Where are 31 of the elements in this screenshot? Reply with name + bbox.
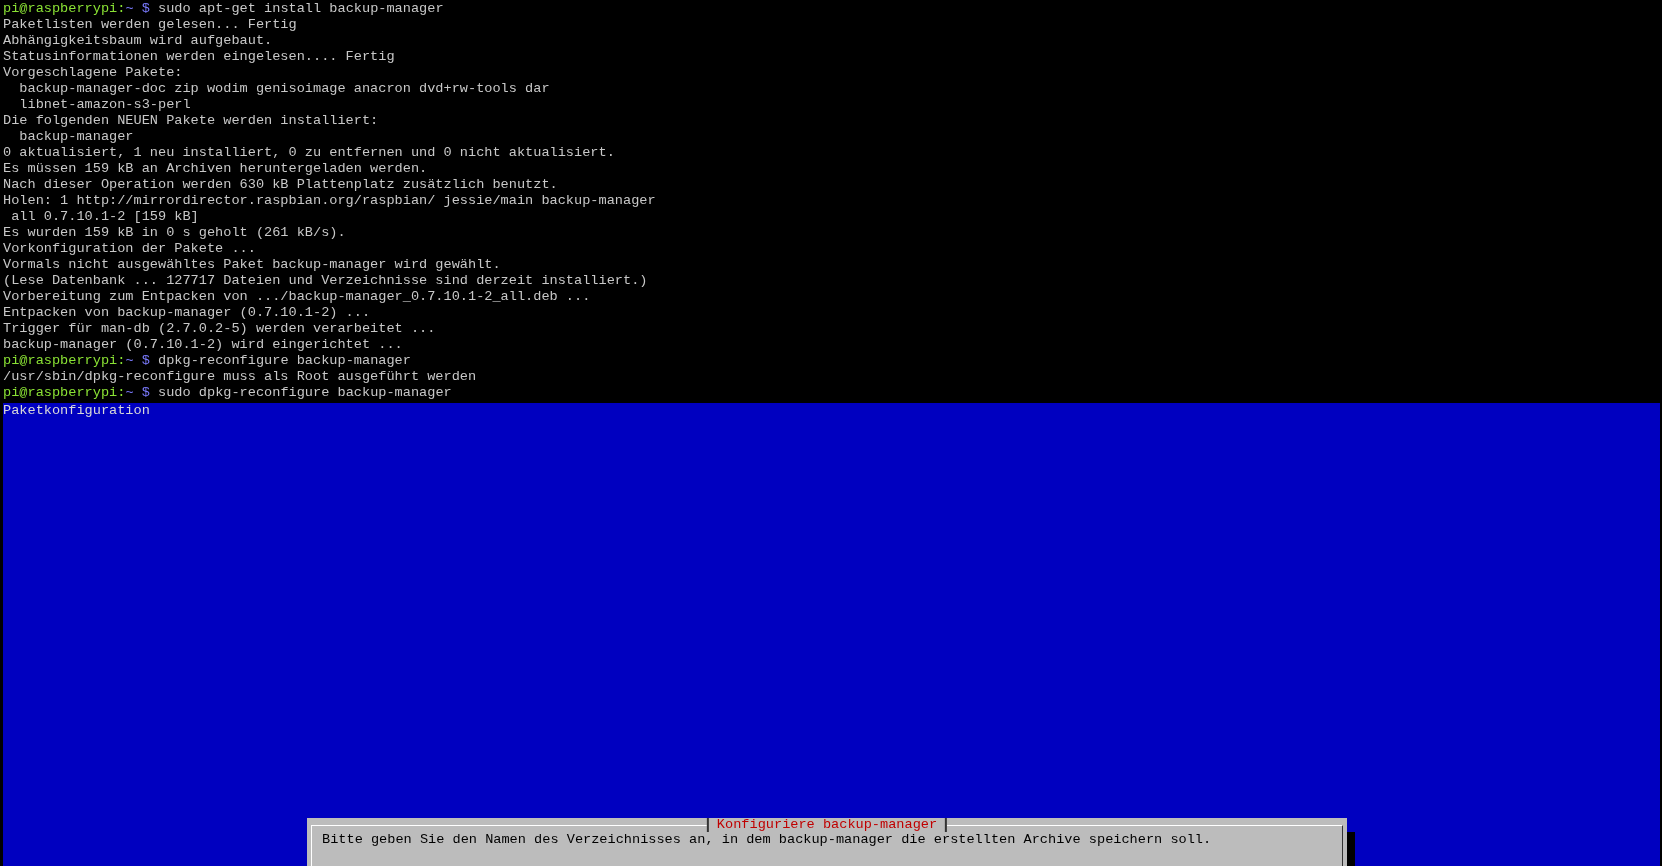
command-text: dpkg-reconfigure backup-manager bbox=[158, 353, 411, 368]
output-line: Vorgeschlagene Pakete: bbox=[3, 65, 183, 80]
output-line: libnet-amazon-s3-perl bbox=[18, 97, 191, 112]
output-line: Vorbereitung zum Entpacken von .../backup-manager_0.7.10.1-2_all.deb ... bbox=[3, 289, 591, 304]
output-line: Entpacken von backup-manager (0.7.10.1-2) ... bbox=[3, 305, 371, 320]
output-line: Es müssen 159 kB an Archiven heruntergeladen werden. bbox=[3, 161, 428, 176]
shell-prompt: pi@raspberrypi:~ $ bbox=[3, 1, 150, 16]
screen-title: Paketkonfiguration bbox=[3, 403, 150, 419]
output-line: Vormals nicht ausgewähltes Paket backup-manager wird gewählt. bbox=[3, 257, 501, 272]
output-line: Abhängigkeitsbaum wird aufgebaut. bbox=[3, 33, 273, 48]
dialog-message: Bitte geben Sie den Namen des Verzeichnisses an, in dem backup-manager die erstellten Archive speichern soll. bbox=[322, 832, 1212, 847]
output-line: Die folgenden NEUEN Pakete werden installiert: bbox=[3, 113, 379, 128]
output-line: Paketlisten werden gelesen... Fertig bbox=[3, 17, 297, 32]
output-line: Trigger für man-db (2.7.0.2-5) werden verarbeitet ... bbox=[3, 321, 436, 336]
shell-prompt: pi@raspberrypi:~ $ bbox=[3, 385, 150, 400]
command-text: sudo apt-get install backup-manager bbox=[158, 1, 444, 16]
output-line: Holen: 1 http://mirrordirector.raspbian.org/raspbian/ jessie/main backup-manager bbox=[3, 193, 656, 208]
command-text: sudo dpkg-reconfigure backup-manager bbox=[158, 385, 452, 400]
output-line: (Lese Datenbank ... 127717 Dateien und Verzeichnisse sind derzeit installiert.) bbox=[3, 273, 648, 288]
output-line: backup-manager-doc zip wodim genisoimage anacron dvd+rw-tools dar bbox=[18, 81, 550, 96]
output-line: Nach dieser Operation werden 630 kB Plattenplatz zusätzlich benutzt. bbox=[3, 177, 558, 192]
shell-prompt: pi@raspberrypi:~ $ bbox=[3, 353, 150, 368]
output-line: backup-manager bbox=[18, 129, 134, 144]
output-line: /usr/sbin/dpkg-reconfigure muss als Root ausgeführt werden bbox=[3, 369, 477, 384]
output-line: 0 aktualisiert, 1 neu installiert, 0 zu entfernen und 0 nicht aktualisiert. bbox=[3, 145, 615, 160]
output-line: Vorkonfiguration der Pakete ... bbox=[3, 241, 256, 256]
output-line: Es wurden 159 kB in 0 s geholt (261 kB/s). bbox=[3, 225, 346, 240]
output-line: all 0.7.10.1-2 [159 kB] bbox=[10, 209, 199, 224]
dialog-title: Konfiguriere backup-manager bbox=[706, 818, 948, 832]
output-line: Statusinformationen werden eingelesen.... Fertig bbox=[3, 49, 395, 64]
output-line: backup-manager (0.7.10.1-2) wird eingerichtet ... bbox=[3, 337, 403, 352]
